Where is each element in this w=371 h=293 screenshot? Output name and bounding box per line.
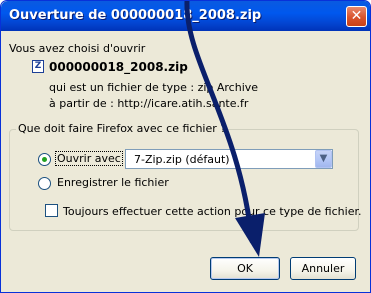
action-group-title: Que doit faire Firefox avec ce fichier ? [16, 122, 229, 135]
cancel-button[interactable]: Annuler [290, 257, 356, 280]
open-with-label-wrap[interactable]: Ouvrir avec [55, 151, 123, 166]
file-name: 000000018_2008.zip [49, 60, 188, 74]
close-button[interactable]: ✕ [346, 6, 367, 27]
file-type-line: qui est un fichier de type : zip Archive [49, 81, 259, 94]
window-title: Ouverture de 000000018_2008.zip [9, 8, 262, 23]
remember-label[interactable]: Toujours effectuer cette action pour ce … [63, 205, 361, 218]
title-bar[interactable]: Ouverture de 000000018_2008.zip ✕ [1, 1, 370, 31]
save-file-label[interactable]: Enregistrer le fichier [57, 176, 169, 189]
download-dialog: Ouverture de 000000018_2008.zip ✕ Vous a… [0, 0, 371, 293]
close-icon: ✕ [350, 8, 363, 24]
open-with-radio[interactable] [38, 153, 51, 166]
dialog-body: Vous avez choisi d'ouvrir Z 000000018_20… [1, 31, 370, 292]
open-with-select[interactable]: 7-Zip.zip (défaut) ▼ [125, 149, 333, 169]
dropdown-button[interactable]: ▼ [315, 150, 332, 168]
open-with-app: 7-Zip.zip (défaut) [134, 153, 230, 166]
save-file-radio[interactable] [38, 177, 51, 190]
open-with-label: Ouvrir avec [55, 151, 123, 166]
intro-text: Vous avez choisi d'ouvrir [9, 42, 146, 55]
source-line: à partir de : http://icare.atih.sante.fr [49, 97, 249, 110]
chevron-down-icon: ▼ [319, 153, 328, 164]
ok-button[interactable]: OK [210, 257, 280, 280]
remember-checkbox[interactable] [45, 204, 58, 217]
zip-file-icon: Z [32, 60, 44, 73]
